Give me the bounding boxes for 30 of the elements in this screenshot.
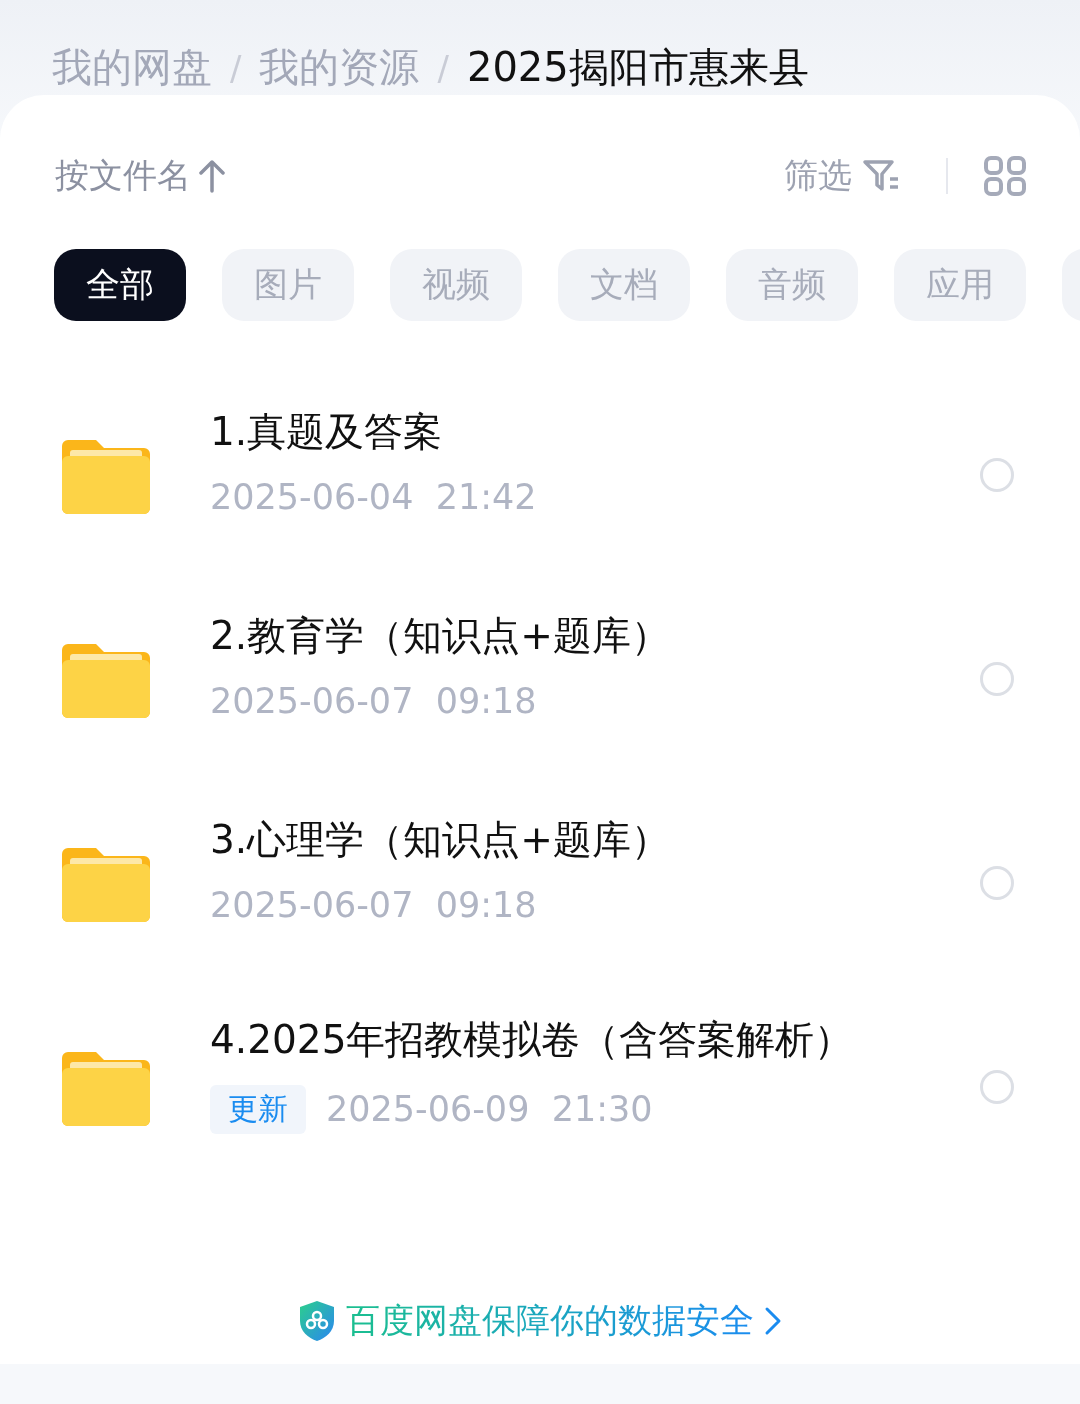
category-tab[interactable]: 图片 — [222, 249, 354, 321]
breadcrumb-item[interactable]: 我的资源 — [259, 40, 420, 95]
modified-date: 2025-06-09 21:30 — [326, 1089, 653, 1129]
sort-label[interactable]: 按文件名 — [55, 153, 191, 199]
category-tab[interactable]: 音频 — [726, 249, 858, 321]
select-radio[interactable] — [980, 662, 1014, 696]
grid-view-icon[interactable] — [984, 156, 1026, 196]
shield-icon — [298, 1300, 336, 1342]
breadcrumb-separator: / — [437, 47, 449, 88]
folder-name[interactable]: 1.真题及答案 — [210, 405, 980, 459]
category-tab[interactable]: 应用 — [894, 249, 1026, 321]
modified-date: 2025-06-04 21:42 — [210, 477, 537, 517]
select-radio[interactable] — [980, 458, 1014, 492]
modified-date: 2025-06-07 09:18 — [210, 885, 537, 925]
chevron-right-icon[interactable] — [764, 1306, 782, 1336]
select-radio[interactable] — [980, 866, 1014, 900]
breadcrumb-item[interactable]: 我的网盘 — [52, 40, 212, 95]
folder-name[interactable]: 3.心理学（知识点+题库） — [210, 813, 980, 867]
breadcrumb-item: 2025揭阳市惠来县 — [466, 43, 809, 92]
up-arrow-icon[interactable] — [199, 159, 225, 193]
folder-name[interactable]: 4.2025年招教模拟卷（含答案解析） — [210, 1012, 980, 1067]
select-radio[interactable] — [980, 1070, 1014, 1104]
update-badge: 更新 — [210, 1084, 306, 1134]
category-tab[interactable]: 视频 — [390, 249, 522, 321]
folder-name[interactable]: 2.教育学（知识点+题库） — [210, 609, 980, 663]
category-tab[interactable]: 文档 — [558, 249, 690, 321]
filter-label[interactable]: 筛选 — [784, 153, 852, 199]
modified-date: 2025-06-07 09:18 — [210, 681, 537, 721]
category-tab[interactable]: 全部 — [54, 249, 186, 321]
breadcrumb-separator: / — [230, 47, 242, 88]
